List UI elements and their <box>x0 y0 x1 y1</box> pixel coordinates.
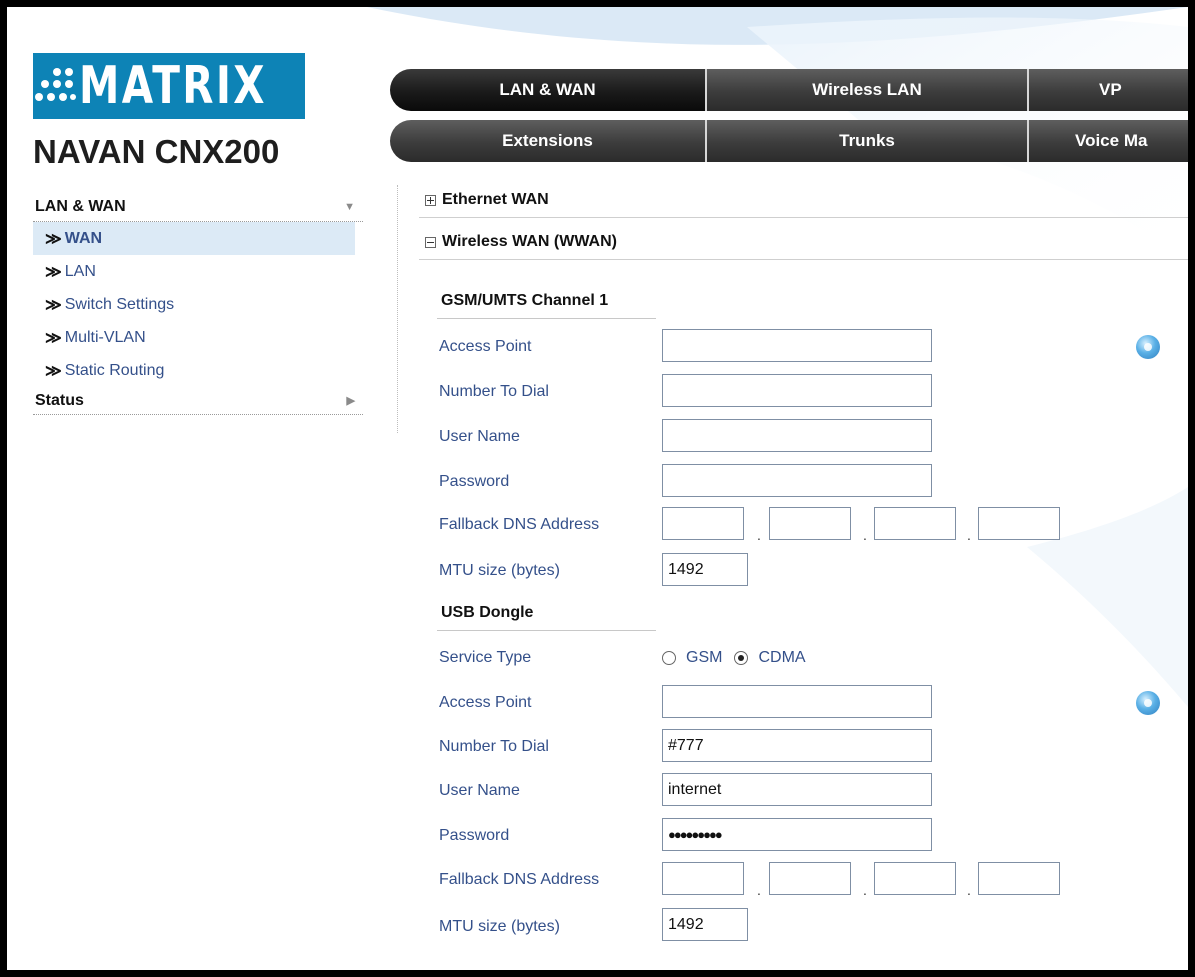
tab-trunks[interactable]: Trunks <box>707 120 1029 162</box>
sidebar-item-lan[interactable]: ≫ LAN <box>33 255 363 288</box>
section-title: Wireless WAN (WWAN) <box>442 233 617 250</box>
product-name: NAVAN CNX200 <box>33 133 280 170</box>
usb-dns-octet-1[interactable] <box>662 862 744 895</box>
gsm-password-input[interactable] <box>662 464 932 497</box>
sidebar-item-label: Switch Settings <box>64 295 175 313</box>
sidebar-item-switch-settings[interactable]: ≫ Switch Settings <box>33 288 363 321</box>
usb-access-point-label: Access Point <box>439 694 532 711</box>
collapse-minus-icon <box>425 236 436 248</box>
gsm-number-to-dial-input[interactable] <box>662 374 932 407</box>
sidebar-section-lan-wan[interactable]: LAN & WAN ▼ <box>33 192 363 222</box>
double-chevron-icon: ≫ <box>45 263 62 281</box>
sidebar-item-wan[interactable]: ≫ WAN <box>33 222 355 255</box>
gsm-user-name-label: User Name <box>439 428 520 445</box>
ip-separator: . <box>863 882 867 898</box>
usb-mtu-input[interactable] <box>662 908 748 941</box>
ip-separator: . <box>757 882 761 898</box>
gsm-mtu-label: MTU size (bytes) <box>439 562 560 579</box>
gsm-dns-octet-4[interactable] <box>978 507 1060 540</box>
main-nav-row-1: LAN & WAN Wireless LAN VP <box>390 69 1188 111</box>
section-wireless-wan[interactable]: Wireless WAN (WWAN) <box>419 225 1188 260</box>
ip-separator: . <box>757 527 761 543</box>
service-type-radio-group: GSM CDMA <box>662 643 806 673</box>
sidebar-item-label: WAN <box>64 229 103 247</box>
double-chevron-icon: ≫ <box>45 329 62 347</box>
sidebar-divider <box>397 185 398 433</box>
gsm-mtu-input[interactable] <box>662 553 748 586</box>
ip-separator: . <box>967 882 971 898</box>
usb-mtu-label: MTU size (bytes) <box>439 918 560 935</box>
tab-extensions[interactable]: Extensions <box>390 120 707 162</box>
settings-gear-icon[interactable] <box>1136 691 1160 715</box>
tab-voice-mail[interactable]: Voice Ma <box>1029 120 1188 162</box>
usb-dns-octet-3[interactable] <box>874 862 956 895</box>
sidebar: LAN & WAN ▼ ≫ WAN ≫ LAN ≫ Switch Setting… <box>33 192 363 415</box>
usb-number-to-dial-input[interactable] <box>662 729 932 762</box>
sidebar-item-label: Multi-VLAN <box>64 328 146 346</box>
app-window: MATRIX NAVAN CNX200 LAN & WAN Wireless L… <box>7 7 1188 970</box>
gsm-dns-octet-3[interactable] <box>874 507 956 540</box>
usb-service-type-label: Service Type <box>439 649 532 666</box>
matrix-logo: MATRIX <box>33 53 305 119</box>
usb-password-input[interactable] <box>662 818 932 851</box>
gsm-number-to-dial-label: Number To Dial <box>439 383 549 400</box>
main-nav-row-2: Extensions Trunks Voice Ma <box>390 120 1188 162</box>
double-chevron-icon: ≫ <box>45 296 62 314</box>
gsm-dns-octet-2[interactable] <box>769 507 851 540</box>
radio-cdma-label: CDMA <box>758 649 806 666</box>
usb-access-point-input[interactable] <box>662 685 932 718</box>
usb-dns-octet-2[interactable] <box>769 862 851 895</box>
usb-user-name-label: User Name <box>439 782 520 799</box>
settings-gear-icon[interactable] <box>1136 335 1160 359</box>
usb-group-title: USB Dongle <box>437 595 656 631</box>
section-ethernet-wan[interactable]: Ethernet WAN <box>419 183 1188 218</box>
gsm-password-label: Password <box>439 473 510 490</box>
gsm-user-name-input[interactable] <box>662 419 932 452</box>
ip-separator: . <box>863 527 867 543</box>
gsm-access-point-label: Access Point <box>439 338 532 355</box>
usb-dns-octet-4[interactable] <box>978 862 1060 895</box>
usb-number-to-dial-label: Number To Dial <box>439 738 549 755</box>
tab-lan-wan[interactable]: LAN & WAN <box>390 69 707 111</box>
radio-cdma[interactable] <box>734 651 749 665</box>
sidebar-item-label: Static Routing <box>64 361 165 379</box>
ip-separator: . <box>967 527 971 543</box>
tab-wireless-lan[interactable]: Wireless LAN <box>707 69 1029 111</box>
expand-arrow-icon: ▶ <box>346 395 355 407</box>
logo-dots-icon <box>33 53 77 119</box>
logo-wordmark: MATRIX <box>79 56 267 116</box>
sidebar-item-label: LAN <box>64 262 96 280</box>
usb-password-label: Password <box>439 827 510 844</box>
tab-vpn[interactable]: VP <box>1029 69 1188 111</box>
gsm-group-title: GSM/UMTS Channel 1 <box>437 283 656 319</box>
section-title: Ethernet WAN <box>442 191 549 208</box>
sidebar-section-label: LAN & WAN <box>35 197 126 215</box>
expand-plus-icon <box>425 194 436 206</box>
sidebar-item-multi-vlan[interactable]: ≫ Multi-VLAN <box>33 321 363 354</box>
gsm-access-point-input[interactable] <box>662 329 932 362</box>
gsm-fallback-dns-label: Fallback DNS Address <box>439 516 600 533</box>
gsm-dns-octet-1[interactable] <box>662 507 744 540</box>
sidebar-item-static-routing[interactable]: ≫ Static Routing <box>33 354 363 387</box>
collapse-arrow-icon: ▼ <box>344 200 355 213</box>
usb-user-name-input[interactable] <box>662 773 932 806</box>
radio-gsm-label: GSM <box>686 649 723 666</box>
radio-gsm[interactable] <box>662 651 676 665</box>
double-chevron-icon: ≫ <box>45 362 62 380</box>
double-chevron-icon: ≫ <box>45 230 62 248</box>
sidebar-section-label: Status <box>35 391 84 409</box>
usb-fallback-dns-label: Fallback DNS Address <box>439 871 600 888</box>
sidebar-section-status[interactable]: Status ▶ <box>33 387 363 415</box>
